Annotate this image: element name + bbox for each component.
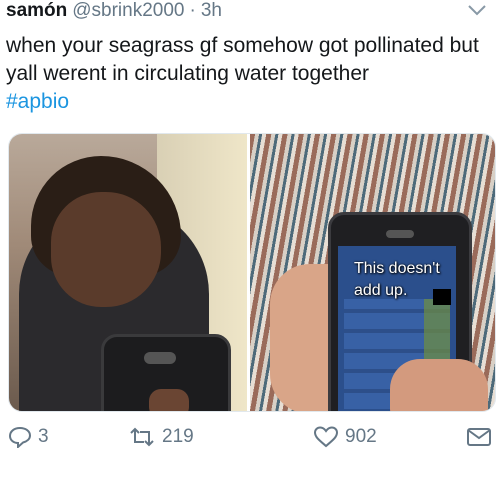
- retweet-count: 219: [162, 426, 194, 447]
- handle[interactable]: @sbrink2000: [72, 0, 184, 22]
- tweet-actions: 3 219 902: [0, 420, 500, 460]
- tweet-body: when your seagrass gf somehow got pollin…: [6, 34, 479, 85]
- media-grid: This doesn't add up.: [8, 133, 496, 412]
- tweet-header: samón @sbrink2000 · 3h: [6, 0, 222, 22]
- image-caption-line1: This doesn't: [354, 260, 440, 277]
- retweet-icon: [128, 426, 156, 448]
- separator-dot: ·: [189, 0, 196, 21]
- phone-camera: [144, 352, 176, 364]
- direct-message-icon: [466, 426, 492, 448]
- timestamp[interactable]: 3h: [201, 0, 222, 22]
- like-button[interactable]: 902: [313, 426, 377, 448]
- photo-left[interactable]: [9, 134, 247, 411]
- reply-button[interactable]: 3: [8, 426, 49, 448]
- tweet: samón @sbrink2000 · 3h when your seagras…: [0, 0, 500, 480]
- like-icon: [313, 426, 339, 448]
- chevron-down-icon[interactable]: [466, 2, 488, 18]
- hand: [149, 389, 189, 411]
- phone-speaker: [386, 230, 414, 238]
- reply-count: 3: [38, 426, 49, 447]
- display-name[interactable]: samón: [6, 0, 67, 22]
- reply-icon: [8, 426, 32, 448]
- tweet-text: when your seagrass gf somehow got pollin…: [6, 32, 494, 116]
- retweet-button[interactable]: 219: [128, 426, 194, 448]
- photo-right[interactable]: This doesn't add up.: [250, 134, 495, 411]
- thumb: [390, 359, 488, 411]
- direct-message-button[interactable]: [466, 426, 492, 448]
- like-count: 902: [345, 426, 377, 447]
- hashtag-link[interactable]: #apbio: [6, 88, 494, 116]
- black-square: [433, 289, 451, 305]
- face: [51, 192, 161, 307]
